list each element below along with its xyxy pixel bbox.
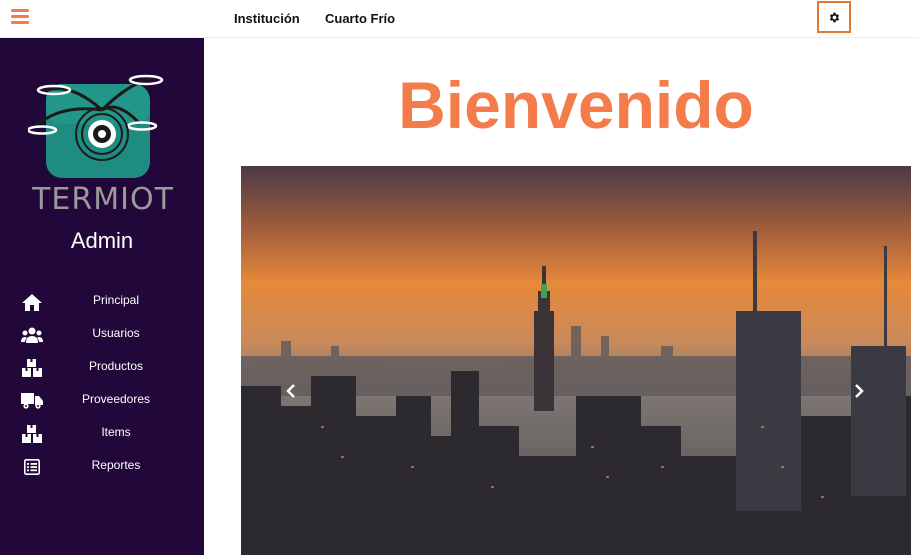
sidebar-item-usuarios[interactable]: Usuarios — [0, 321, 204, 354]
logo-text: TERMIOT — [32, 182, 174, 217]
sidebar-menu: Principal Usuarios Productos Proveedores… — [0, 288, 204, 486]
sidebar-item-label: Principal — [92, 293, 140, 307]
nav-link-cuarto-frio[interactable]: Cuarto Frío — [325, 11, 395, 26]
carousel-prev-button[interactable] — [281, 380, 301, 402]
boxes-icon — [21, 425, 43, 443]
image-carousel[interactable] — [241, 166, 911, 555]
sidebar-item-label: Items — [101, 425, 131, 439]
users-icon — [21, 326, 43, 344]
termiot-logo: TERMIOT — [26, 70, 178, 218]
gear-icon — [829, 12, 839, 22]
hamburger-icon[interactable] — [11, 9, 29, 25]
city-skyline-image — [241, 166, 911, 555]
nav-link-institucion[interactable]: Institución — [234, 11, 300, 26]
report-icon — [21, 458, 43, 476]
sidebar-item-label: Proveedores — [81, 392, 151, 406]
chevron-right-icon — [855, 384, 864, 398]
sidebar-item-reportes[interactable]: Reportes — [0, 453, 204, 486]
page-title: Bienvenido — [398, 68, 754, 142]
boxes-icon — [21, 359, 43, 377]
drone-camera-icon — [26, 74, 164, 178]
sidebar-item-principal[interactable]: Principal — [0, 288, 204, 321]
settings-button[interactable] — [817, 1, 851, 33]
chevron-left-icon — [286, 384, 295, 398]
sidebar-item-label: Productos — [88, 359, 144, 373]
user-role: Admin — [70, 228, 134, 253]
top-navbar: Institución Cuarto Frío — [0, 0, 918, 38]
sidebar-item-items[interactable]: Items — [0, 420, 204, 453]
sidebar-item-productos[interactable]: Productos — [0, 354, 204, 387]
sidebar-item-label: Usuarios — [92, 326, 140, 340]
sidebar-item-label: Reportes — [91, 458, 141, 472]
truck-icon — [21, 392, 43, 410]
sidebar-item-proveedores[interactable]: Proveedores — [0, 387, 204, 420]
carousel-next-button[interactable] — [849, 380, 869, 402]
home-icon — [21, 293, 43, 311]
sidebar: TERMIOT Admin Principal Usuarios Product… — [0, 38, 204, 555]
